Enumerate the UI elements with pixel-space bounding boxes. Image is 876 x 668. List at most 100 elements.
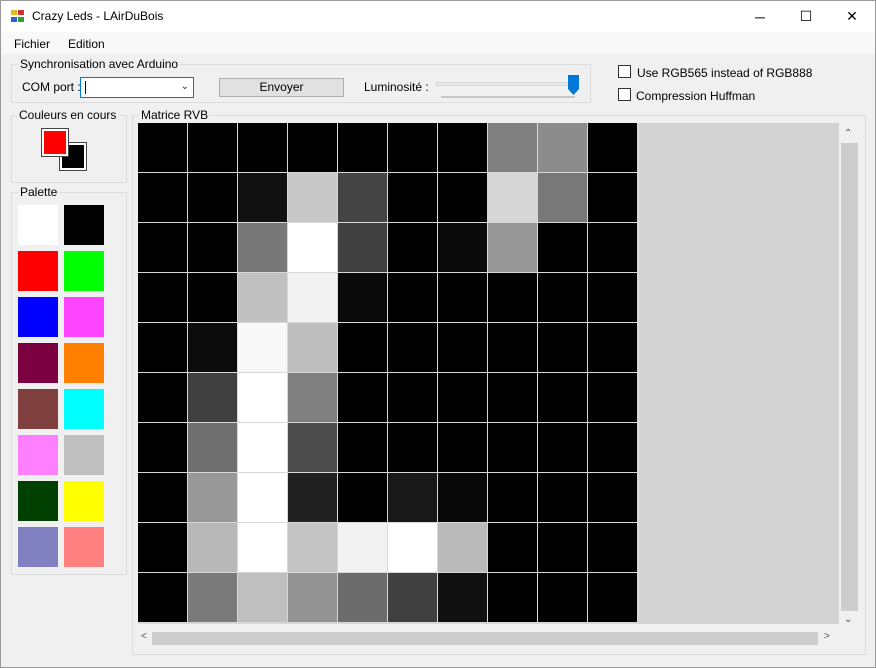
palette-swatch[interactable] — [64, 481, 104, 521]
led-cell[interactable] — [188, 323, 237, 372]
huffman-checkbox[interactable] — [618, 88, 631, 101]
led-cell[interactable] — [338, 323, 387, 372]
led-cell[interactable] — [488, 173, 537, 222]
led-cell[interactable] — [488, 523, 537, 572]
led-cell[interactable] — [438, 223, 487, 272]
led-cell[interactable] — [588, 223, 637, 272]
led-cell[interactable] — [188, 523, 237, 572]
led-cell[interactable] — [538, 123, 587, 172]
led-cell[interactable] — [238, 523, 287, 572]
led-cell[interactable] — [338, 423, 387, 472]
led-cell[interactable] — [338, 273, 387, 322]
led-cell[interactable] — [188, 123, 237, 172]
led-cell[interactable] — [338, 223, 387, 272]
led-cell[interactable] — [238, 373, 287, 422]
led-cell[interactable] — [288, 323, 337, 372]
scroll-left-icon[interactable]: < — [141, 631, 147, 642]
palette-swatch[interactable] — [64, 527, 104, 567]
led-cell[interactable] — [538, 373, 587, 422]
led-cell[interactable] — [138, 123, 187, 172]
led-cell[interactable] — [238, 123, 287, 172]
led-cell[interactable] — [388, 523, 437, 572]
palette-swatch[interactable] — [18, 343, 58, 383]
maximize-button[interactable]: ☐ — [783, 1, 829, 32]
led-cell[interactable] — [388, 423, 437, 472]
led-cell[interactable] — [538, 573, 587, 622]
led-cell[interactable] — [538, 173, 587, 222]
led-cell[interactable] — [588, 573, 637, 622]
led-cell[interactable] — [288, 523, 337, 572]
led-cell[interactable] — [438, 523, 487, 572]
led-cell[interactable] — [388, 123, 437, 172]
led-cell[interactable] — [338, 373, 387, 422]
led-cell[interactable] — [238, 473, 287, 522]
led-cell[interactable] — [438, 373, 487, 422]
led-cell[interactable] — [588, 323, 637, 372]
led-cell[interactable] — [188, 373, 237, 422]
palette-swatch[interactable] — [64, 297, 104, 337]
led-cell[interactable] — [488, 223, 537, 272]
led-cell[interactable] — [538, 523, 587, 572]
led-cell[interactable] — [288, 173, 337, 222]
led-cell[interactable] — [588, 423, 637, 472]
led-cell[interactable] — [488, 123, 537, 172]
led-cell[interactable] — [188, 173, 237, 222]
led-cell[interactable] — [588, 373, 637, 422]
rgb565-checkbox[interactable] — [618, 65, 631, 78]
palette-swatch[interactable] — [18, 435, 58, 475]
led-cell[interactable] — [488, 473, 537, 522]
led-cell[interactable] — [338, 123, 387, 172]
led-cell[interactable] — [388, 373, 437, 422]
led-cell[interactable] — [488, 573, 537, 622]
menu-edition[interactable]: Edition — [68, 37, 105, 51]
horizontal-scrollbar[interactable]: < > — [138, 628, 839, 648]
led-cell[interactable] — [138, 173, 187, 222]
led-cell[interactable] — [538, 473, 587, 522]
led-cell[interactable] — [138, 573, 187, 622]
led-cell[interactable] — [438, 573, 487, 622]
led-cell[interactable] — [338, 473, 387, 522]
palette-swatch[interactable] — [64, 389, 104, 429]
led-cell[interactable] — [588, 523, 637, 572]
led-cell[interactable] — [438, 273, 487, 322]
palette-swatch[interactable] — [64, 251, 104, 291]
led-cell[interactable] — [388, 273, 437, 322]
led-cell[interactable] — [288, 223, 337, 272]
led-cell[interactable] — [188, 223, 237, 272]
palette-swatch[interactable] — [64, 435, 104, 475]
led-cell[interactable] — [138, 373, 187, 422]
led-cell[interactable] — [138, 223, 187, 272]
vertical-scrollbar[interactable]: ⌃ ⌄ — [839, 123, 860, 631]
led-cell[interactable] — [488, 323, 537, 372]
led-cell[interactable] — [238, 223, 287, 272]
menu-fichier[interactable]: Fichier — [14, 37, 50, 51]
led-cell[interactable] — [188, 423, 237, 472]
title-bar[interactable]: Crazy Leds - LAirDuBois ─ ☐ ✕ — [1, 1, 875, 32]
led-cell[interactable] — [138, 423, 187, 472]
led-cell[interactable] — [338, 573, 387, 622]
led-cell[interactable] — [288, 573, 337, 622]
minimize-button[interactable]: ─ — [737, 1, 783, 32]
chevron-down-icon[interactable]: ⌄ — [181, 81, 189, 92]
palette-swatch[interactable] — [18, 251, 58, 291]
led-cell[interactable] — [138, 523, 187, 572]
palette-swatch[interactable] — [64, 343, 104, 383]
led-cell[interactable] — [388, 573, 437, 622]
horizontal-scrollbar-thumb[interactable] — [152, 632, 818, 645]
led-cell[interactable] — [538, 323, 587, 372]
led-cell[interactable] — [438, 173, 487, 222]
led-cell[interactable] — [388, 323, 437, 372]
led-cell[interactable] — [388, 473, 437, 522]
led-cell[interactable] — [438, 123, 487, 172]
palette-swatch[interactable] — [18, 389, 58, 429]
send-button[interactable]: Envoyer — [219, 78, 344, 97]
led-cell[interactable] — [438, 473, 487, 522]
led-cell[interactable] — [488, 273, 537, 322]
led-cell[interactable] — [238, 573, 287, 622]
led-cell[interactable] — [438, 423, 487, 472]
led-cell[interactable] — [188, 273, 237, 322]
close-button[interactable]: ✕ — [829, 1, 875, 32]
com-port-select[interactable]: ⌄ — [80, 77, 194, 98]
led-cell[interactable] — [238, 273, 287, 322]
foreground-color-swatch[interactable] — [41, 128, 69, 157]
